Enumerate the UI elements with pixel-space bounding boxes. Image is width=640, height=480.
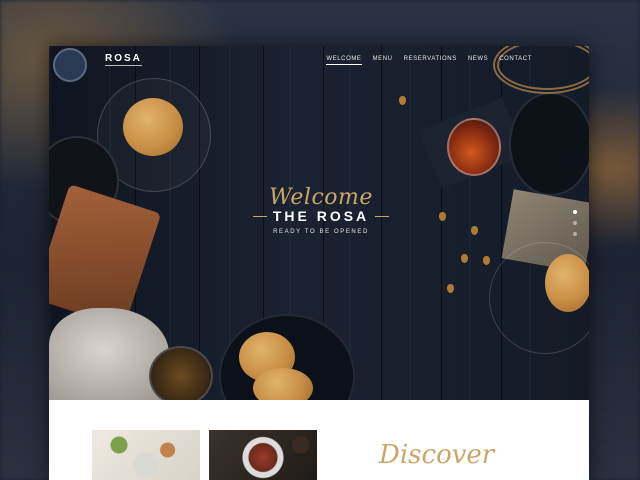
acorn: [471, 226, 478, 235]
nut-bowl: [509, 92, 589, 196]
hero-title: THE ROSA: [272, 208, 370, 224]
title-rule-left: [252, 215, 267, 217]
nav-item-welcome[interactable]: WELCOME: [326, 56, 362, 65]
nav-item-news[interactable]: NEWS: [468, 56, 488, 65]
nav-item-menu[interactable]: MENU: [373, 56, 393, 65]
discover-heading: Discover: [379, 440, 495, 470]
hero-section: ROSA WELCOME MENU RESERVATIONS NEWS CONT…: [49, 46, 589, 400]
teapot: [447, 118, 501, 176]
acorn: [461, 254, 468, 263]
food-photo-left[interactable]: [92, 430, 200, 480]
main-nav: WELCOME MENU RESERVATIONS NEWS CONTACT: [326, 56, 532, 65]
food-photo-right[interactable]: [209, 430, 317, 480]
cookie-bottom-2: [253, 368, 313, 400]
slide-dots: [573, 210, 577, 236]
acorn: [439, 212, 446, 221]
acorn: [483, 256, 490, 265]
hero-subtitle: READY TO BE OPENED: [273, 229, 369, 235]
slide-dot-icon[interactable]: [573, 221, 577, 225]
cookie-right: [545, 254, 589, 312]
hero-heading-block: Welcome THE ROSA READY TO BE OPENED: [241, 186, 401, 235]
acorn: [447, 284, 454, 293]
nav-item-reservations[interactable]: RESERVATIONS: [404, 56, 457, 65]
cookie-top-left: [123, 98, 183, 156]
website-mockup: ROSA WELCOME MENU RESERVATIONS NEWS CONT…: [49, 46, 589, 480]
slide-dot-icon[interactable]: [573, 210, 577, 214]
slide-dot-icon[interactable]: [573, 232, 577, 236]
hero-script-heading: Welcome: [269, 185, 373, 210]
nav-item-contact[interactable]: CONTACT: [499, 56, 532, 65]
discover-section: Discover: [49, 400, 589, 480]
rope-coil: [493, 46, 589, 94]
drink-glass: [149, 346, 213, 400]
acorn: [399, 96, 406, 105]
leather-cutting-board: [49, 184, 162, 328]
top-left-bowl: [53, 48, 87, 82]
title-rule-right: [375, 215, 390, 217]
site-logo[interactable]: ROSA: [105, 53, 142, 66]
